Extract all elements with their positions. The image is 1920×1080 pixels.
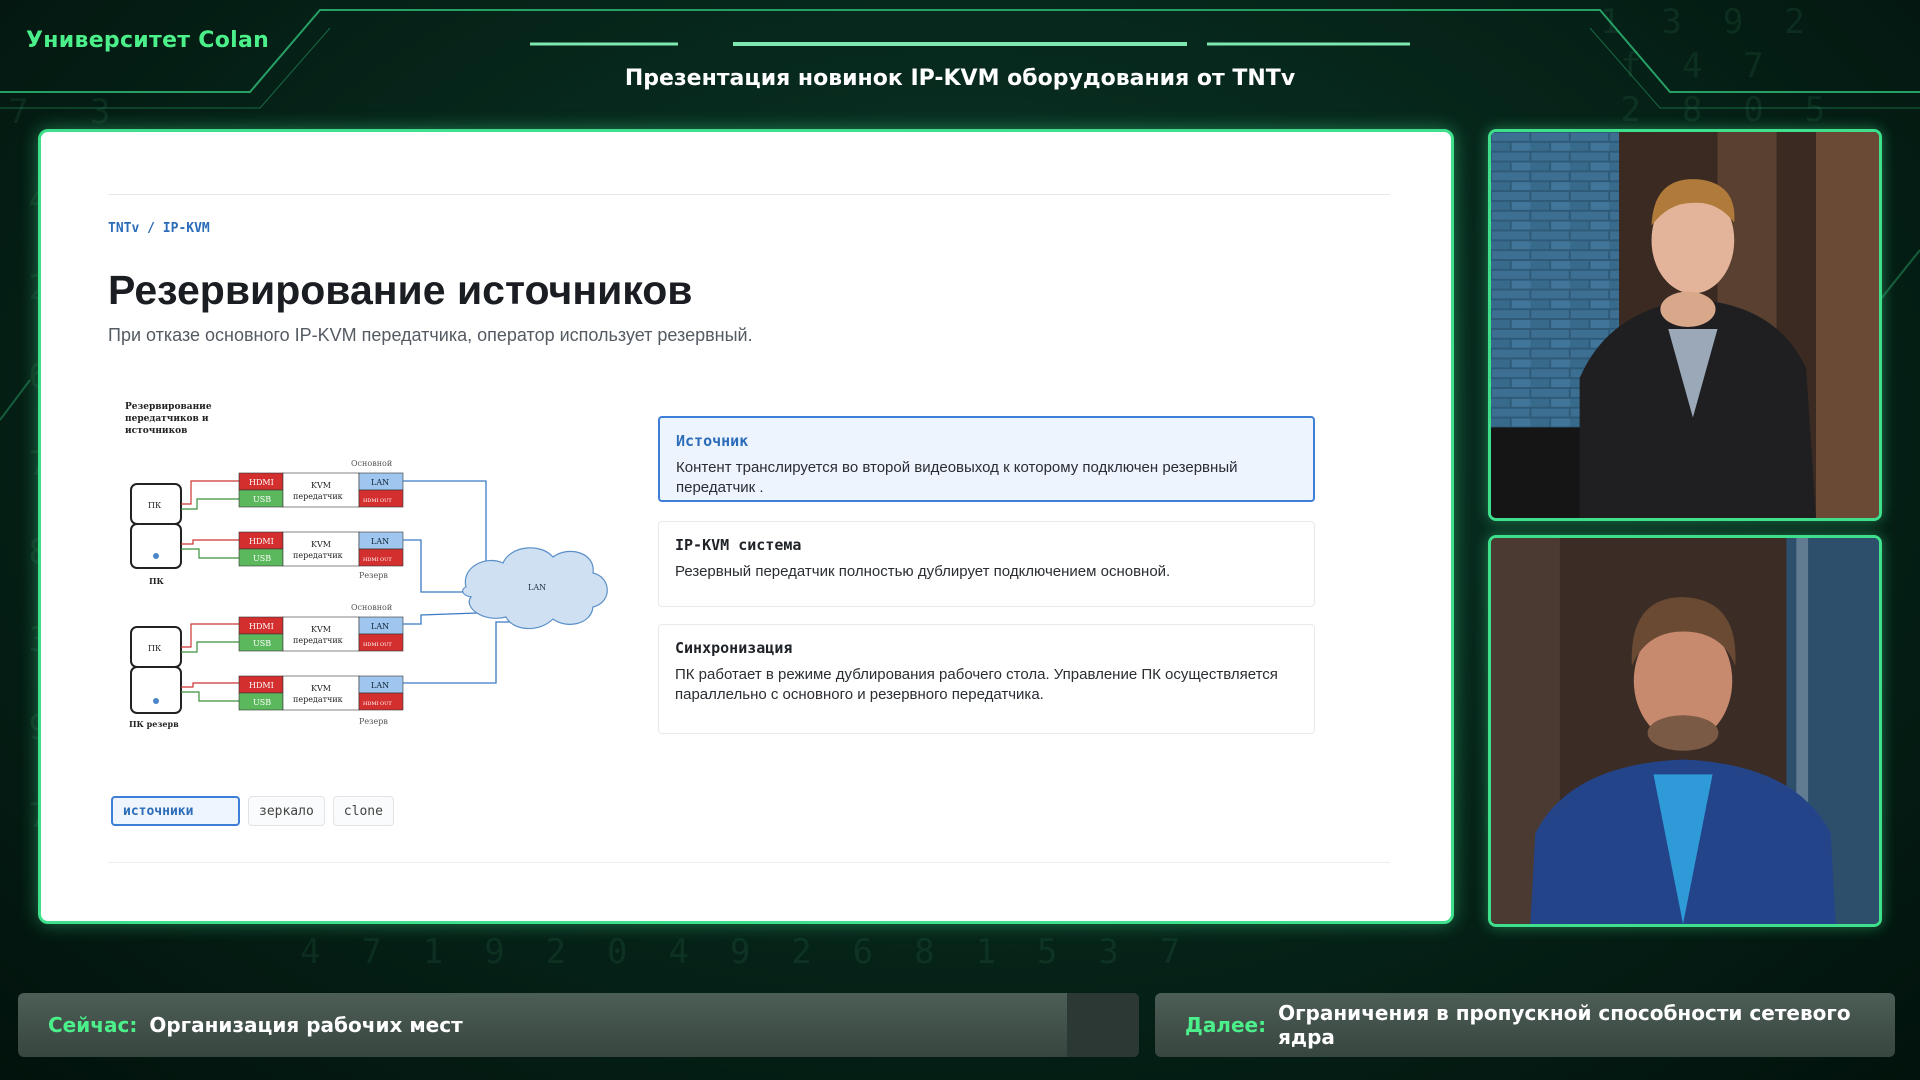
usb-label-4: USB	[253, 698, 271, 707]
card-text: Контент транслируется во второй видеовых…	[676, 459, 1238, 496]
hdmi-label-1: HDMI	[249, 478, 274, 487]
progress-remainder	[1067, 993, 1139, 1057]
label-reserve-1: Резерв	[359, 571, 388, 580]
hdmi-out-3: HDMI OUT	[363, 642, 392, 648]
transmitter-label-4: передатчик	[293, 695, 343, 704]
pc-caption-1: ПК	[149, 576, 165, 586]
transmitter-label-1: передатчик	[293, 492, 343, 501]
card-text: Резервный передатчик полностью дублирует…	[675, 563, 1171, 580]
label-main-2: Основной	[351, 603, 392, 612]
kvm-transmitter-4: HDMI USB KVM передатчик LAN HDMI OUT Рез…	[238, 675, 404, 726]
card-title: Синхронизация	[675, 639, 793, 657]
card-title: IP-KVM система	[675, 536, 802, 554]
card-text: ПК работает в режиме дублирования рабоче…	[675, 666, 1278, 703]
up-next-bar: Далее: Ограничения в пропускной способно…	[1155, 993, 1895, 1057]
tab-clone[interactable]: clone	[332, 796, 394, 826]
video-feed-speaker-1	[1488, 129, 1882, 521]
kvm-transmitter-2: HDMI USB KVM передатчик LAN HDMI OUT Рез…	[238, 531, 404, 580]
info-card-ipkvm[interactable]: IP-KVM система Резервный передатчик полн…	[658, 521, 1315, 607]
video-feed-speaker-2	[1488, 535, 1882, 927]
now-playing-bar: Сейчас: Организация рабочих мест	[18, 993, 1139, 1057]
next-value: Ограничения в пропускной способности сет…	[1278, 1001, 1851, 1049]
lan-port-1: LAN	[371, 478, 389, 487]
usb-label-2: USB	[253, 554, 271, 563]
pc-label-2: ПК	[148, 644, 162, 653]
hdmi-label-3: HDMI	[249, 622, 274, 631]
event-title: Презентация новинок IP-KVM оборудования …	[624, 66, 1296, 91]
transmitter-label-2: передатчик	[293, 551, 343, 560]
slide-title: Резервирование источников	[108, 267, 693, 313]
pc-unit-1: ПК ПК	[130, 483, 182, 586]
transmitter-label-3: передатчик	[293, 636, 343, 645]
lan-port-3: LAN	[371, 622, 389, 631]
info-card-sync[interactable]: Синхронизация ПК работает в режиме дубли…	[658, 624, 1315, 734]
pc-label-1: ПК	[148, 501, 162, 510]
divider	[108, 194, 1390, 195]
breadcrumb: TNTv / IP-KVM	[108, 221, 210, 236]
lan-port-2: LAN	[371, 537, 389, 546]
hdmi-out-4: HDMI OUT	[363, 701, 392, 707]
now-value: Организация рабочих мест	[149, 1013, 463, 1037]
slide-tabs: источники зеркало clone	[111, 796, 394, 826]
hdmi-out-2: HDMI OUT	[363, 557, 392, 563]
diagram-heading-3: источников	[125, 426, 187, 436]
usb-label-1: USB	[253, 495, 271, 504]
redundancy-diagram: Резервирование передатчиков и источников…	[125, 402, 608, 729]
lan-cloud-label: LAN	[528, 583, 546, 592]
divider	[108, 862, 1390, 863]
tab-sources[interactable]: источники	[111, 796, 240, 826]
diagram-heading-1: Резервирование	[125, 402, 212, 412]
hdmi-label-2: HDMI	[249, 537, 274, 546]
card-title: Источник	[676, 432, 749, 450]
presentation-slide: TNTv / IP-KVM Резервирование источников …	[38, 129, 1454, 924]
lan-port-4: LAN	[371, 681, 389, 690]
slide-subtitle: При отказе основного IP-KVM передатчика,…	[108, 325, 753, 345]
usb-label-3: USB	[253, 639, 271, 648]
hdmi-label-4: HDMI	[249, 681, 274, 690]
kvm-label-1: KVM	[311, 481, 331, 490]
pc-reserve-caption: ПК резерв	[129, 719, 179, 729]
brand-logo-text: Университет Colan	[26, 28, 270, 53]
now-label: Сейчас:	[48, 1013, 138, 1037]
label-reserve-2: Резерв	[359, 717, 388, 726]
kvm-label-2: KVM	[311, 540, 331, 549]
kvm-label-4: KVM	[311, 684, 331, 693]
diagram-heading-2: передатчиков и	[125, 414, 209, 424]
info-card-source[interactable]: Источник Контент транслируется во второй…	[658, 416, 1315, 502]
tab-mirror[interactable]: зеркало	[248, 796, 325, 826]
hdmi-out-1: HDMI OUT	[363, 498, 392, 504]
next-label: Далее:	[1185, 1013, 1267, 1037]
kvm-transmitter-3: HDMI USB KVM передатчик LAN HDMI OUT Осн…	[238, 603, 404, 652]
kvm-transmitter-1: HDMI USB KVM передатчик LAN HDMI OUT Осн…	[238, 459, 404, 508]
kvm-label-3: KVM	[311, 625, 331, 634]
pc-unit-2: ПК ПК резерв	[129, 626, 182, 729]
label-main-1: Основной	[351, 459, 392, 468]
lan-cloud: LAN	[462, 547, 608, 630]
